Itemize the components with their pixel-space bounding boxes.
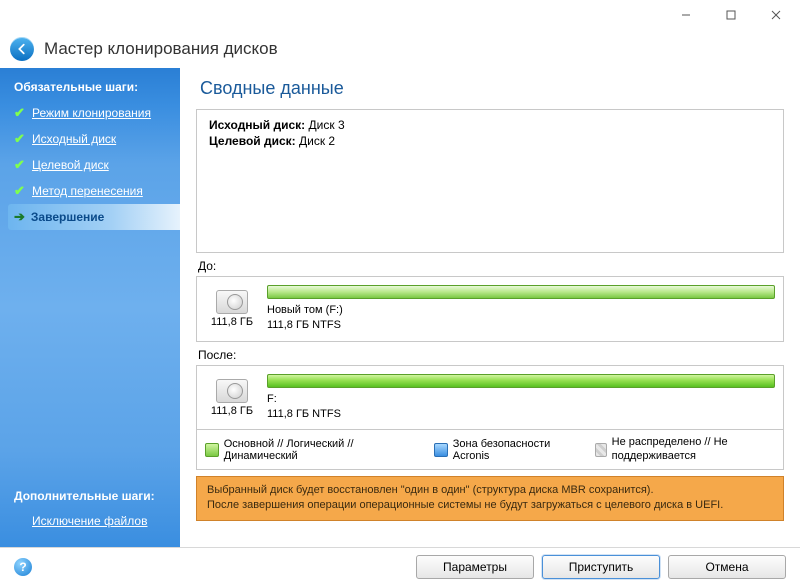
partition-detail: 111,8 ГБ NTFS (267, 407, 775, 422)
legend-swatch-primary (205, 443, 219, 457)
wizard-sidebar: Обязательные шаги: ✔ Режим клонирования … (0, 68, 180, 547)
step-transfer-method[interactable]: ✔ Метод перенесения (0, 178, 180, 204)
step-exclude-files[interactable]: Исключение файлов (0, 509, 180, 533)
target-disk-value: Диск 2 (299, 134, 335, 148)
after-label: После: (198, 348, 784, 362)
arrow-right-icon: ➔ (14, 209, 25, 225)
legend-acronis: Зона безопасности Acronis (453, 438, 587, 462)
step-source-disk[interactable]: ✔ Исходный диск (0, 126, 180, 152)
partition-detail: 111,8 ГБ NTFS (267, 318, 775, 333)
partition-name: Новый том (F:) (267, 303, 775, 318)
partition-legend: Основной // Логический // Динамический З… (196, 430, 784, 469)
proceed-button[interactable]: Приступить (542, 555, 660, 579)
required-steps-heading: Обязательные шаги: (0, 76, 180, 100)
before-label: До: (198, 259, 784, 273)
disk-icon (216, 379, 248, 403)
step-finish: ➔ Завершение (8, 204, 180, 230)
minimize-button[interactable] (663, 1, 708, 29)
step-label: Исходный диск (32, 132, 116, 146)
disk-size: 111,8 ГБ (211, 316, 253, 328)
step-target-disk[interactable]: ✔ Целевой диск (0, 152, 180, 178)
window-title: Мастер клонирования дисков (44, 39, 278, 59)
warning-panel: Выбранный диск будет восстановлен "один … (196, 476, 784, 521)
legend-swatch-acronis (434, 443, 448, 457)
disk-icon (216, 290, 248, 314)
page-title: Сводные данные (196, 78, 784, 99)
source-disk-value: Диск 3 (309, 118, 345, 132)
partition-bar[interactable] (267, 374, 775, 388)
step-label: Целевой диск (32, 158, 109, 172)
close-button[interactable] (753, 1, 798, 29)
partition-bar[interactable] (267, 285, 775, 299)
cancel-button[interactable]: Отмена (668, 555, 786, 579)
optional-steps-heading: Дополнительные шаги: (0, 485, 180, 509)
step-label: Метод перенесения (32, 184, 143, 198)
back-button[interactable] (10, 37, 34, 61)
legend-unallocated: Не распределено // Не поддерживается (612, 436, 775, 462)
warning-line-2: После завершения операции операционные с… (207, 498, 773, 513)
partition-name: F: (267, 392, 775, 407)
legend-swatch-unallocated (595, 443, 607, 457)
check-icon: ✔ (14, 157, 26, 173)
source-disk-label: Исходный диск: (209, 118, 305, 132)
check-icon: ✔ (14, 105, 26, 121)
help-icon[interactable]: ? (14, 558, 32, 576)
disk-after: 111,8 ГБ F: 111,8 ГБ NTFS (196, 365, 784, 431)
disk-before: 111,8 ГБ Новый том (F:) 111,8 ГБ NTFS (196, 276, 784, 342)
maximize-button[interactable] (708, 1, 753, 29)
disk-size: 111,8 ГБ (211, 405, 253, 417)
step-label: Завершение (31, 210, 104, 224)
step-label: Режим клонирования (32, 106, 151, 120)
summary-box: Исходный диск: Диск 3 Целевой диск: Диск… (196, 109, 784, 253)
legend-primary: Основной // Логический // Динамический (224, 438, 426, 462)
options-button[interactable]: Параметры (416, 555, 534, 579)
check-icon: ✔ (14, 183, 26, 199)
step-label: Исключение файлов (32, 514, 147, 528)
target-disk-label: Целевой диск: (209, 134, 296, 148)
step-clone-mode[interactable]: ✔ Режим клонирования (0, 100, 180, 126)
warning-line-1: Выбранный диск будет восстановлен "один … (207, 483, 773, 498)
check-icon: ✔ (14, 131, 26, 147)
